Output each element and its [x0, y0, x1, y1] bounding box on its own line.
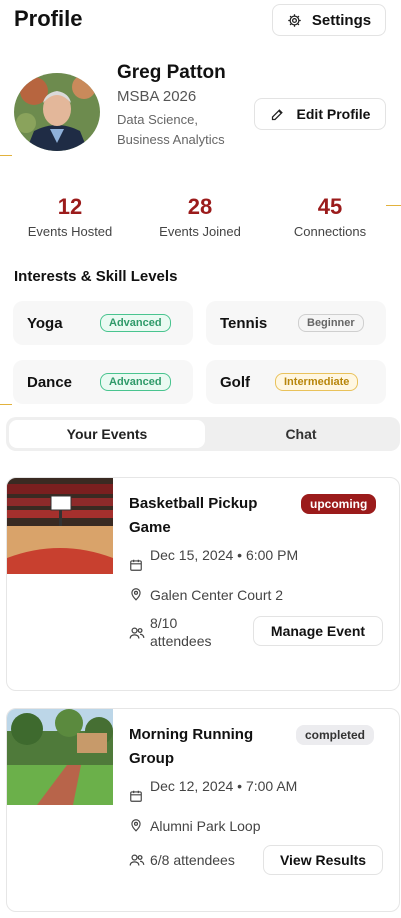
event-location: Alumni Park Loop — [150, 818, 261, 834]
stat-label: Connections — [293, 224, 367, 239]
skill-card-golf: Golf Intermediate — [206, 360, 386, 404]
event-date: Dec 12, 2024 • 7:00 AM — [150, 778, 298, 794]
skill-name: Tennis — [220, 315, 268, 332]
event-attendees: 6/8 attendees — [150, 852, 235, 868]
stat-label: Events Joined — [159, 224, 241, 239]
tab-bar: Your Events Chat — [6, 417, 400, 451]
stat-events-hosted: 12 Events Hosted — [5, 194, 135, 239]
user-program: MSBA 2026 — [117, 88, 197, 105]
skill-level-badge: Intermediate — [275, 373, 359, 391]
stat-connections: 45 Connections — [265, 194, 395, 239]
stat-events-joined: 28 Events Joined — [135, 194, 265, 239]
skills-section-title: Interests & Skill Levels — [14, 268, 178, 285]
stat-value: 28 — [187, 194, 213, 219]
event-attendees: 8/10 attendees — [150, 615, 212, 649]
event-title: Basketball Pickup Game — [129, 495, 258, 536]
event-image-running — [7, 709, 113, 805]
skill-card-tennis: Tennis Beginner — [206, 301, 386, 345]
event-date: Dec 15, 2024 • 6:00 PM — [150, 547, 299, 563]
settings-label: Settings — [311, 11, 372, 29]
event-image-basketball — [7, 478, 113, 574]
users-icon — [129, 626, 145, 640]
skill-level-badge: Beginner — [298, 314, 364, 332]
stat-value: 12 — [57, 194, 83, 219]
edit-profile-button[interactable]: Edit Profile — [254, 98, 386, 130]
location-pin-icon — [129, 587, 143, 601]
users-icon — [129, 853, 145, 867]
skill-level-badge: Advanced — [100, 373, 171, 391]
skill-card-yoga: Yoga Advanced — [13, 301, 193, 345]
manage-event-button[interactable]: Manage Event — [253, 616, 383, 646]
location-pin-icon — [129, 818, 143, 832]
event-card[interactable]: Basketball Pickup Game upcoming Dec 15, … — [6, 477, 400, 691]
status-badge: upcoming — [301, 494, 377, 514]
calendar-icon — [129, 558, 143, 572]
event-location: Galen Center Court 2 — [150, 587, 284, 603]
avatar — [14, 73, 100, 151]
status-badge: completed — [296, 725, 375, 745]
skill-name: Yoga — [27, 315, 63, 332]
accent-line-left-lower — [0, 404, 12, 405]
skill-card-dance: Dance Advanced — [13, 360, 193, 404]
gear-icon — [287, 13, 302, 28]
stat-label: Events Hosted — [27, 224, 113, 239]
event-title: Morning Running Group — [129, 726, 254, 767]
stats-row: 12 Events Hosted 28 Events Joined 45 Con… — [10, 194, 390, 244]
stat-value: 45 — [317, 194, 343, 219]
view-results-button[interactable]: View Results — [263, 845, 383, 875]
user-field: Data Science, Business Analytics — [117, 112, 225, 147]
page-title: Profile — [14, 6, 83, 31]
skill-level-badge: Advanced — [100, 314, 171, 332]
tab-your-events[interactable]: Your Events — [9, 420, 205, 448]
settings-button[interactable]: Settings — [272, 4, 386, 36]
skill-name: Golf — [220, 374, 250, 391]
header: Profile Settings — [14, 4, 387, 36]
event-card[interactable]: Morning Running Group completed Dec 12, … — [6, 708, 400, 912]
calendar-icon — [129, 789, 143, 803]
skill-name: Dance — [27, 374, 73, 391]
user-name: Greg Patton — [117, 62, 226, 83]
edit-profile-label: Edit Profile — [296, 106, 371, 122]
tab-chat[interactable]: Chat — [206, 420, 396, 448]
accent-line-left — [0, 155, 12, 156]
edit-icon — [270, 107, 285, 122]
